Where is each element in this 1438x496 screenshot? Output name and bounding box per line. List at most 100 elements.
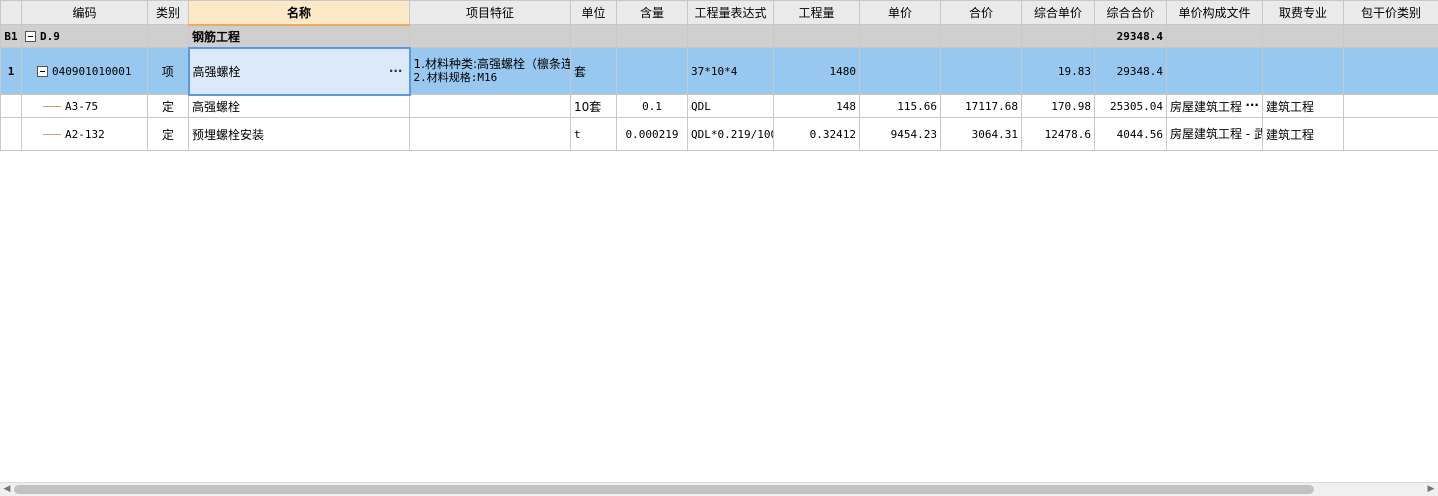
type-cell[interactable]: 项 [147, 47, 189, 95]
unit-cell[interactable]: 套 [570, 47, 617, 95]
expr-cell[interactable] [687, 24, 774, 48]
price-cell[interactable] [859, 47, 941, 95]
row-number: 1 [0, 47, 22, 95]
feature-line: 2.材料规格:M16 [413, 71, 498, 84]
content-cell[interactable]: 0.1 [616, 94, 688, 118]
file-cell[interactable]: ··· 房屋建筑工程 [1166, 94, 1263, 118]
comp-total-cell[interactable]: 25305.04 [1094, 94, 1167, 118]
code-text: A3-75 [65, 99, 99, 113]
file-cell[interactable] [1166, 47, 1263, 95]
total-cell[interactable] [940, 47, 1022, 95]
content-cell[interactable] [616, 47, 688, 95]
col-header-content[interactable]: 含量 [616, 0, 688, 25]
col-header-qty[interactable]: 工程量 [773, 0, 860, 25]
code-cell[interactable]: A3-75 [21, 94, 148, 118]
code-text: 040901010001 [52, 64, 132, 78]
type-cell[interactable]: 定 [147, 117, 189, 151]
more-button[interactable]: ··· [1245, 98, 1259, 112]
feature-cell[interactable] [409, 24, 571, 48]
pkg-cell[interactable] [1343, 94, 1438, 118]
col-header-name[interactable]: 名称 [188, 0, 410, 26]
comp-price-cell[interactable]: 170.98 [1021, 94, 1095, 118]
type-cell[interactable] [147, 24, 189, 48]
unit-cell[interactable]: t [570, 117, 617, 151]
price-cell[interactable] [859, 24, 941, 48]
qty-cell[interactable]: 148 [773, 94, 860, 118]
table-row[interactable]: 1 040901010001 项 高强螺栓 ··· 1.材料种类:高强螺栓（檩条连… [0, 46, 1438, 96]
expr-cell[interactable]: QDL [687, 94, 774, 118]
comp-total-cell[interactable]: 29348.4 [1094, 24, 1167, 48]
name-cell[interactable]: 高强螺栓 ··· [187, 46, 411, 96]
pkg-cell[interactable] [1343, 117, 1438, 151]
type-cell[interactable]: 定 [147, 94, 189, 118]
content-cell[interactable] [616, 24, 688, 48]
col-header-expr[interactable]: 工程量表达式 [687, 0, 774, 25]
col-header-feature[interactable]: 项目特征 [409, 0, 571, 25]
col-header-type[interactable]: 类别 [147, 0, 189, 25]
expr-cell[interactable]: QDL*0.219/1000 [687, 117, 774, 151]
arrow-left-icon[interactable]: ◀ [0, 483, 14, 496]
name-cell[interactable]: 预埋螺栓安装 [188, 117, 410, 151]
content-cell[interactable]: 0.000219 [616, 117, 688, 151]
fee-cell[interactable]: 建筑工程 [1262, 117, 1344, 151]
scrollbar-thumb[interactable] [14, 485, 1314, 494]
comp-price-cell[interactable]: 19.83 [1021, 47, 1095, 95]
col-header-total[interactable]: 合价 [940, 0, 1022, 25]
arrow-right-icon[interactable]: ▶ [1424, 483, 1438, 496]
price-cell[interactable]: 115.66 [859, 94, 941, 118]
expr-cell[interactable]: 37*10*4 [687, 47, 774, 95]
code-text: D.9 [40, 29, 60, 43]
col-header-unit[interactable]: 单位 [570, 0, 617, 25]
price-cell[interactable]: 9454.23 [859, 117, 941, 151]
col-header-rownum [0, 0, 22, 25]
pkg-cell[interactable] [1343, 24, 1438, 48]
tree-connector [43, 106, 61, 107]
col-header-price[interactable]: 单价 [859, 0, 941, 25]
feature-cell[interactable] [409, 94, 571, 118]
fee-cell[interactable] [1262, 47, 1344, 95]
unit-cell[interactable] [570, 24, 617, 48]
minus-box-icon[interactable] [37, 66, 48, 77]
col-header-comp-price[interactable]: 综合单价 [1021, 0, 1095, 25]
name-cell[interactable]: 钢筋工程 [188, 24, 410, 48]
table-row[interactable]: A3-75 定 高强螺栓 10套 0.1 QDL 148 115.66 1711… [0, 94, 1438, 118]
file-cell[interactable]: 房屋建筑工程 - 武汉 [1166, 117, 1263, 151]
code-text: A2-132 [65, 127, 105, 141]
fee-cell[interactable]: 建筑工程 [1262, 94, 1344, 118]
total-cell[interactable]: 3064.31 [940, 117, 1022, 151]
code-cell[interactable]: 040901010001 [21, 47, 148, 95]
more-button[interactable]: ··· [389, 64, 403, 78]
minus-box-icon[interactable] [25, 31, 36, 42]
col-header-fee[interactable]: 取费专业 [1262, 0, 1344, 25]
comp-price-cell[interactable] [1021, 24, 1095, 48]
feature-cell[interactable] [409, 117, 571, 151]
name-cell[interactable]: 高强螺栓 [188, 94, 410, 118]
comp-price-cell[interactable]: 12478.6 [1021, 117, 1095, 151]
qty-cell[interactable] [773, 24, 860, 48]
total-cell[interactable] [940, 24, 1022, 48]
qty-cell[interactable]: 1480 [773, 47, 860, 95]
code-cell[interactable]: D.9 [21, 24, 148, 48]
feature-cell[interactable]: 1.材料种类:高强螺栓（檩条连接处）2.材料规格:M16 [409, 47, 571, 95]
col-header-code[interactable]: 编码 [21, 0, 148, 25]
total-cell[interactable]: 17117.68 [940, 94, 1022, 118]
col-header-pkg[interactable]: 包干价类别 [1343, 0, 1438, 25]
code-cell[interactable]: A2-132 [21, 117, 148, 151]
name-text: 高强螺栓 [192, 64, 241, 79]
fee-cell[interactable] [1262, 24, 1344, 48]
feature-line: 1.材料种类:高强螺栓（檩条连接处） [413, 57, 570, 71]
table-row[interactable]: B1 D.9 钢筋工程 29348.4 [0, 24, 1438, 48]
row-number [0, 117, 22, 151]
comp-total-cell[interactable]: 4044.56 [1094, 117, 1167, 151]
col-header-comp-total[interactable]: 综合合价 [1094, 0, 1167, 25]
comp-total-cell[interactable]: 29348.4 [1094, 47, 1167, 95]
qty-cell[interactable]: 0.32412 [773, 117, 860, 151]
file-cell[interactable] [1166, 24, 1263, 48]
unit-cell[interactable]: 10套 [570, 94, 617, 118]
horizontal-scrollbar[interactable]: ◀ ▶ [0, 482, 1438, 496]
file-text: 房屋建筑工程 [1170, 99, 1243, 114]
col-header-file[interactable]: 单价构成文件 [1166, 0, 1263, 25]
table-row[interactable]: A2-132 定 预埋螺栓安装 t 0.000219 QDL*0.219/10 0… [0, 117, 1438, 151]
row-number [0, 94, 22, 118]
pkg-cell[interactable] [1343, 47, 1438, 95]
